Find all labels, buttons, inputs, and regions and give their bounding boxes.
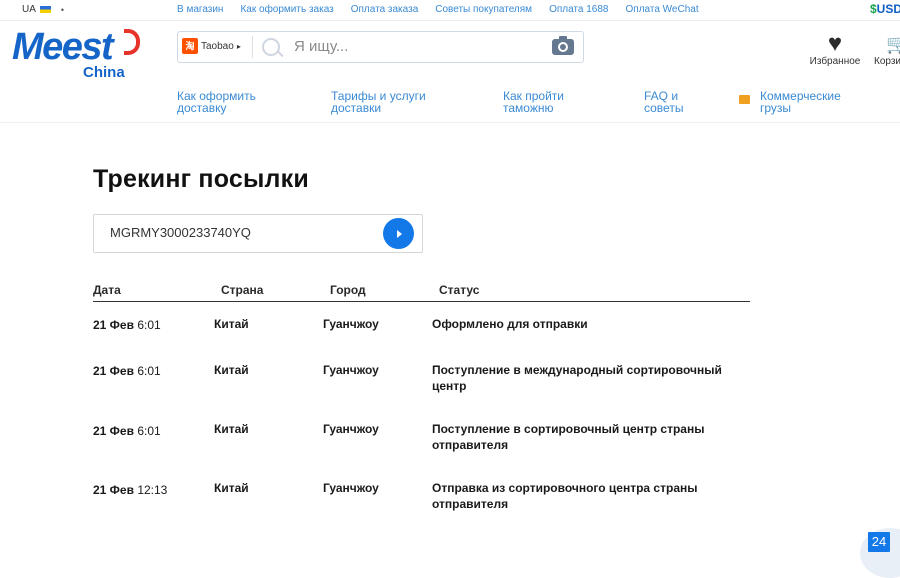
favorites-label: Избранное [809,56,861,67]
nav-label-line2: доставки [331,101,382,115]
row-status: Поступление в международный сортировочны… [432,363,722,393]
top-links: В магазин Как оформить заказ Оплата зака… [177,4,716,15]
chat-widget-button[interactable]: 24 [868,532,890,552]
search-icon [262,38,280,56]
search-bar: 淘 Taobao ▸ [177,31,584,63]
nav-label-line2: грузы [760,101,792,115]
top-bar: UA • В магазин Как оформить заказ Оплата… [0,0,900,21]
currency-selector[interactable]: $USD [870,2,900,16]
language-switcher[interactable]: UA • [22,4,64,15]
row-city: Гуанчжоу [323,317,379,331]
table-header-divider [93,301,750,302]
row-status: Оформлено для отправки [432,317,588,331]
nav-label-line2: доставку [177,101,227,115]
camera-icon[interactable] [552,36,574,55]
row-status: Поступление в сортировочный центр страны… [432,422,705,452]
source-label: Taobao [201,40,234,52]
cart-label: Корзина [874,56,900,67]
column-header-date: Дата [93,283,121,297]
toplink-store[interactable]: В магазин [177,4,223,15]
column-header-city: Город [330,283,366,297]
cargo-box-icon [739,95,750,104]
currency-code: USD [876,2,900,16]
nav-label-line2: советы [644,101,684,115]
nav-label-line2: таможню [503,101,554,115]
currency-symbol: $ [869,2,877,16]
column-header-country: Страна [221,283,264,297]
row-city: Гуанчжоу [323,363,379,377]
logo-mark-icon [124,29,140,55]
toplink-payment-wechat[interactable]: Оплата WeChat [626,4,699,15]
tracking-number-input[interactable] [110,225,360,240]
nav-item-faq[interactable]: FAQ и советы [644,90,683,114]
page-title: Трекинг посылки [93,165,309,193]
row-city: Гуанчжоу [323,481,379,495]
meest-china-logo[interactable]: Meest China [12,26,140,83]
dropdown-dot-icon: • [60,4,65,15]
language-code: UA [22,4,36,15]
search-divider [252,36,253,58]
header-divider [0,122,900,123]
row-country: Китай [214,363,249,377]
row-country: Китай [214,422,249,436]
column-header-status: Статус [439,283,480,297]
nav-item-how-to-ship[interactable]: Как оформить доставку [177,90,256,114]
row-date: 21 Фев 6:01 [93,318,161,332]
logo-subtitle: China [83,64,125,81]
cart-button[interactable]: 🛒 Корзина [874,32,900,67]
row-date: 21 Фев 6:01 [93,364,161,378]
ukraine-flag-icon [39,6,51,13]
row-date: 21 Фев 12:13 [93,483,168,497]
toplink-how-to-order[interactable]: Как оформить заказ [240,4,333,15]
track-submit-button[interactable] [383,218,414,249]
tracking-form [93,214,423,253]
row-city: Гуанчжоу [323,422,379,436]
cart-icon: 🛒 [886,34,900,54]
toplink-order-payment[interactable]: Оплата заказа [351,4,419,15]
nav-item-commercial-cargo[interactable]: Коммерческие грузы [739,90,841,114]
row-status: Отправка из сортировочного центра страны… [432,481,698,511]
favorites-button[interactable]: ♥ Избранное [803,30,867,68]
logo-wordmark: Meest [12,26,114,68]
toplink-buyer-tips[interactable]: Советы покупателям [435,4,532,15]
row-date: 21 Фев 6:01 [93,424,161,438]
toplink-payment-1688[interactable]: Оплата 1688 [549,4,608,15]
search-input[interactable] [294,38,534,55]
nav-item-customs[interactable]: Как пройти таможню [503,90,564,114]
caret-right-icon: ▸ [236,41,241,51]
nav-item-tariffs[interactable]: Тарифы и услуги доставки [331,90,426,114]
taobao-icon: 淘 [182,38,198,54]
source-selector[interactable]: 淘 Taobao ▸ [182,38,241,54]
row-country: Китай [214,481,249,495]
heart-icon: ♥ [827,30,843,57]
row-country: Китай [214,317,249,331]
